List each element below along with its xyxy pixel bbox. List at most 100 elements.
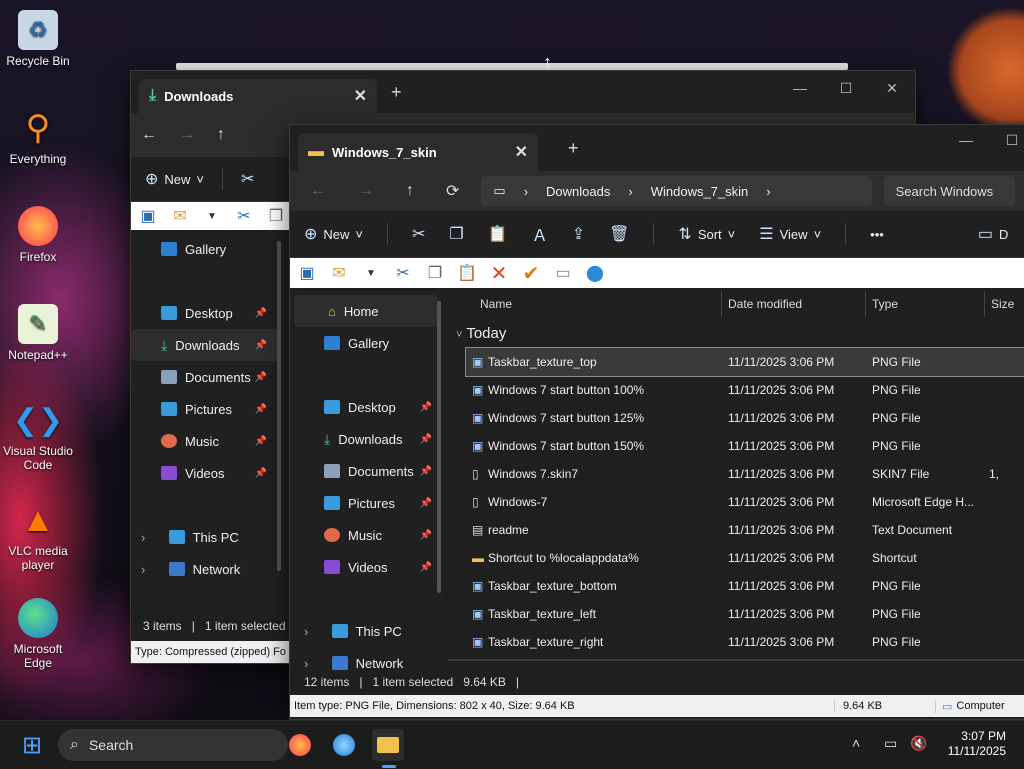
sidebar-item-videos[interactable]: Videos 📌: [290, 551, 444, 583]
desktop-icon-everything[interactable]: ⚲ Everything: [0, 108, 76, 166]
view-button[interactable]: ☰ View ˅: [759, 224, 821, 244]
minimize-icon[interactable]: —: [777, 73, 823, 103]
new-button[interactable]: ⊕ New ˅: [145, 169, 204, 189]
copy-icon[interactable]: ❐: [265, 206, 287, 226]
close-tab-icon[interactable]: ✕: [515, 142, 528, 162]
paste-icon[interactable]: 📋: [456, 263, 478, 283]
sidebar-item-music[interactable]: Music 📌: [131, 425, 279, 457]
table-row[interactable]: ▬ Shortcut to %localappdata% 11/11/2025 3:…: [466, 544, 1024, 572]
cut-button[interactable]: ✂: [241, 169, 254, 189]
forward-icon[interactable]: →: [358, 182, 374, 200]
desktop-icon-vlc[interactable]: ▲ VLC media player: [0, 500, 76, 573]
column-header-size[interactable]: Size: [991, 297, 1014, 311]
paste-button[interactable]: 📋: [488, 224, 508, 244]
sidebar-item-this-pc[interactable]: › This PC: [290, 615, 444, 647]
table-row[interactable]: ▣ Windows 7 start button 125% 11/11/2025 3…: [466, 404, 1024, 432]
sidebar-item-videos[interactable]: Videos 📌: [131, 457, 279, 489]
table-row[interactable]: ▣ Taskbar_texture_right 11/11/2025 3:06 PM…: [466, 628, 1024, 656]
refresh-icon[interactable]: ⟳: [446, 181, 459, 201]
cut-icon[interactable]: ✂: [392, 263, 414, 283]
desktop-icon-recycle-bin[interactable]: ♻ Recycle Bin: [0, 10, 76, 68]
chevron-right-icon[interactable]: ›: [141, 530, 145, 545]
dropdown-icon[interactable]: ▼: [201, 211, 223, 222]
search-input[interactable]: Search Windows: [883, 176, 1015, 206]
breadcrumb-windows-7-skin[interactable]: Windows_7_skin: [651, 184, 749, 199]
table-row[interactable]: ▯ Windows-7 11/11/2025 3:06 PM Microsoft Ed…: [466, 488, 1024, 516]
taskbar-firefox[interactable]: [284, 729, 316, 761]
table-row[interactable]: ▣ Windows 7 start button 100% 11/11/2025 3…: [466, 376, 1024, 404]
sidebar-item-downloads[interactable]: ⤓ Downloads 📌: [131, 329, 279, 361]
chevron-right-icon[interactable]: ›: [524, 184, 528, 199]
breadcrumb-downloads[interactable]: Downloads: [546, 184, 610, 199]
volume-mute-icon[interactable]: 🔇: [910, 735, 927, 752]
table-row[interactable]: ▣ Taskbar_texture_bottom 11/11/2025 3:06 P…: [466, 572, 1024, 600]
properties-icon[interactable]: ⬤: [584, 263, 606, 283]
close-tab-icon[interactable]: ✕: [354, 86, 367, 106]
rename-icon[interactable]: ▭: [552, 263, 574, 283]
sidebar-item-desktop[interactable]: Desktop 📌: [290, 391, 444, 423]
scrollbar[interactable]: [437, 301, 441, 593]
chevron-right-icon[interactable]: ›: [766, 184, 770, 199]
back-icon[interactable]: ←: [310, 182, 326, 200]
dropdown-icon[interactable]: ▼: [360, 268, 382, 279]
back-icon[interactable]: ←: [141, 126, 157, 144]
maximize-icon[interactable]: ☐: [823, 73, 869, 103]
delete-x-icon[interactable]: ✕: [488, 261, 510, 286]
checkmark-icon[interactable]: ✔: [520, 261, 542, 286]
select-icon[interactable]: ✉: [328, 263, 350, 283]
share-button[interactable]: ⇪: [572, 224, 585, 244]
column-header-name[interactable]: Name: [480, 297, 512, 311]
rename-button[interactable]: Ａ: [532, 222, 548, 246]
clock[interactable]: 3:07 PM 11/11/2025: [948, 729, 1006, 759]
sidebar-item-documents[interactable]: Documents 📌: [131, 361, 279, 393]
horizontal-scrollbar[interactable]: [448, 659, 1024, 661]
table-row[interactable]: ▯ Windows 7.skin7 11/11/2025 3:06 PM SKIN7 …: [466, 460, 1024, 488]
sidebar-item-network[interactable]: › Network: [131, 553, 279, 585]
sidebar-item-home[interactable]: ⌂ Home: [294, 295, 438, 327]
group-header-today[interactable]: ˅ Today: [456, 325, 506, 342]
sidebar-item-pictures[interactable]: Pictures 📌: [290, 487, 444, 519]
select-icon[interactable]: ✉: [169, 206, 191, 226]
chevron-down-icon[interactable]: ˅: [456, 329, 462, 341]
up-icon[interactable]: ↑: [406, 182, 414, 200]
more-options-button[interactable]: •••: [870, 227, 884, 242]
display-icon[interactable]: ▭: [884, 735, 897, 752]
cut-icon[interactable]: ✂: [233, 206, 255, 226]
pane-icon[interactable]: ▣: [137, 206, 159, 226]
desktop-icon-edge[interactable]: Microsoft Edge: [0, 598, 76, 670]
new-button[interactable]: ⊕ New ˅: [304, 224, 363, 244]
sort-button[interactable]: ⇅ Sort ˅: [678, 224, 735, 244]
column-header-date[interactable]: Date modified: [728, 297, 802, 311]
sidebar-item-gallery[interactable]: Gallery: [131, 233, 279, 265]
chevron-right-icon[interactable]: ›: [304, 624, 308, 639]
desktop-icon-vscode[interactable]: ❮❯ Visual Studio Code: [0, 400, 76, 473]
address-bar[interactable]: ▭ › Downloads › Windows_7_skin ›: [481, 176, 872, 206]
chevron-right-icon[interactable]: ›: [628, 184, 632, 199]
up-icon[interactable]: ↑: [217, 126, 225, 144]
explorer-window-windows-7-skin[interactable]: ▬ Windows_7_skin ✕ + — ☐ ← → ↑ ⟳ ▭ › Dow…: [289, 124, 1024, 720]
desktop-icon-firefox[interactable]: Firefox: [0, 206, 76, 264]
close-icon[interactable]: ✕: [869, 73, 915, 103]
sidebar-item-gallery[interactable]: Gallery: [290, 327, 444, 359]
new-tab-icon[interactable]: +: [568, 138, 579, 159]
sidebar-item-music[interactable]: Music 📌: [290, 519, 444, 551]
desktop-icon-notepadpp[interactable]: ✎ Notepad++: [0, 304, 76, 362]
delete-button[interactable]: 🗑: [609, 224, 629, 244]
tab-downloads[interactable]: ⤓ Downloads ✕: [139, 79, 377, 113]
column-header-type[interactable]: Type: [872, 297, 898, 311]
chevron-right-icon[interactable]: ›: [141, 562, 145, 577]
tab-windows-7-skin[interactable]: ▬ Windows_7_skin ✕: [298, 133, 538, 171]
copy-icon[interactable]: ❐: [424, 263, 446, 283]
forward-icon[interactable]: →: [179, 126, 195, 144]
pane-icon[interactable]: ▣: [296, 263, 318, 283]
table-row[interactable]: ▣ Taskbar_texture_top 11/11/2025 3:06 PM PN…: [465, 347, 1024, 377]
maximize-icon[interactable]: ☐: [989, 125, 1024, 155]
cut-button[interactable]: ✂: [412, 224, 425, 244]
scrollbar[interactable]: [277, 241, 281, 571]
table-row[interactable]: ▣ Windows 7 start button 150% 11/11/2025 3…: [466, 432, 1024, 460]
sidebar-item-documents[interactable]: Documents 📌: [290, 455, 444, 487]
start-button[interactable]: ⊞: [16, 729, 48, 761]
sidebar-item-desktop[interactable]: Desktop 📌: [131, 297, 279, 329]
taskbar-search[interactable]: ⌕ Search: [58, 729, 288, 761]
taskbar-file-explorer[interactable]: [372, 729, 404, 761]
